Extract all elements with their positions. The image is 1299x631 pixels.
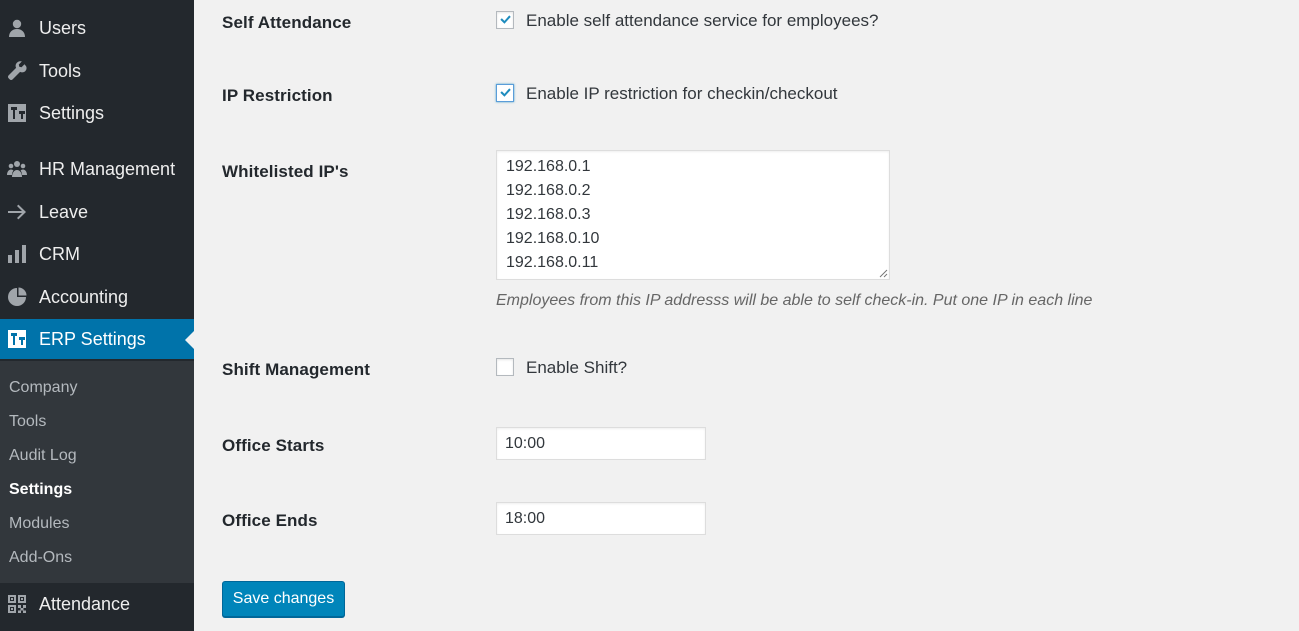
menu-label: HR Management <box>39 158 176 179</box>
shift-management-checkbox-label[interactable]: Enable Shift? <box>526 358 627 378</box>
resize-grip-icon[interactable] <box>879 269 888 278</box>
submenu-item-settings[interactable]: Settings <box>9 479 72 501</box>
pie-chart-icon <box>6 286 28 308</box>
menu-item-hr-management[interactable]: HR Management <box>0 149 194 189</box>
menu-label: Attendance <box>39 593 131 614</box>
submenu-item-tools[interactable]: Tools <box>9 411 46 433</box>
shift-management-label: Shift Management <box>222 360 371 379</box>
submenu-item-add-ons[interactable]: Add-Ons <box>9 547 72 569</box>
ip-restriction-checkbox-label[interactable]: Enable IP restriction for checkin/checko… <box>526 84 838 104</box>
menu-item-attendance[interactable]: Attendance <box>0 584 194 624</box>
ip-line: 192.168.0.3 <box>506 206 591 223</box>
self-attendance-label: Self Attendance <box>222 13 352 32</box>
office-ends-label: Office Ends <box>222 511 318 530</box>
people-icon <box>6 158 28 180</box>
ip-restriction-label: IP Restriction <box>222 86 333 105</box>
checkmark-icon <box>500 88 511 97</box>
save-changes-button[interactable]: Save changes <box>222 581 345 617</box>
wrench-icon <box>6 60 28 82</box>
menu-item-tools[interactable]: Tools <box>0 51 194 91</box>
submenu-item-modules[interactable]: Modules <box>9 513 69 535</box>
admin-sidebar: Users Tools Settings HR Management Leave… <box>0 0 194 631</box>
users-icon <box>6 17 28 39</box>
submenu-item-audit-log[interactable]: Audit Log <box>9 445 77 467</box>
office-starts-input[interactable]: 10:00 <box>496 427 706 460</box>
ip-line: 192.168.0.11 <box>506 254 599 271</box>
ip-line: 192.168.0.10 <box>506 230 600 247</box>
ip-line: 192.168.0.2 <box>506 182 591 199</box>
menu-label: Users <box>39 17 87 38</box>
whitelisted-ips-description: Employees from this IP addresss will be … <box>496 292 1093 309</box>
whitelisted-ips-label: Whitelisted IP's <box>222 162 349 181</box>
menu-item-leave[interactable]: Leave <box>0 192 194 232</box>
menu-item-settings[interactable]: Settings <box>0 93 194 133</box>
menu-label: Settings <box>39 102 105 123</box>
menu-label: ERP Settings <box>39 328 146 349</box>
menu-item-accounting[interactable]: Accounting <box>0 277 194 317</box>
self-attendance-checkbox[interactable] <box>496 11 514 29</box>
checkmark-icon <box>500 15 511 24</box>
erp-settings-icon <box>6 328 28 350</box>
menu-item-users[interactable]: Users <box>0 8 194 48</box>
menu-label: Accounting <box>39 286 129 307</box>
arrow-right-icon <box>6 201 28 223</box>
shift-management-checkbox[interactable] <box>496 358 514 376</box>
submenu-item-company[interactable]: Company <box>9 377 77 399</box>
office-ends-input[interactable]: 18:00 <box>496 502 706 535</box>
ip-line: 192.168.0.1 <box>506 158 591 175</box>
menu-label: Leave <box>39 201 89 222</box>
qr-grid-icon <box>6 593 28 615</box>
settings-icon <box>6 102 28 124</box>
office-starts-label: Office Starts <box>222 436 325 455</box>
menu-label: CRM <box>39 243 80 264</box>
bar-chart-icon <box>6 243 28 265</box>
self-attendance-checkbox-label[interactable]: Enable self attendance service for emplo… <box>526 11 878 31</box>
menu-item-crm[interactable]: CRM <box>0 234 194 274</box>
whitelisted-ips-textarea[interactable]: 192.168.0.1 192.168.0.2 192.168.0.3 192.… <box>496 150 890 280</box>
ip-restriction-checkbox[interactable] <box>496 84 514 102</box>
menu-item-erp-settings[interactable]: ERP Settings <box>0 319 194 359</box>
menu-label: Tools <box>39 60 82 81</box>
erp-settings-submenu: Company Tools Audit Log Settings Modules… <box>0 361 194 583</box>
